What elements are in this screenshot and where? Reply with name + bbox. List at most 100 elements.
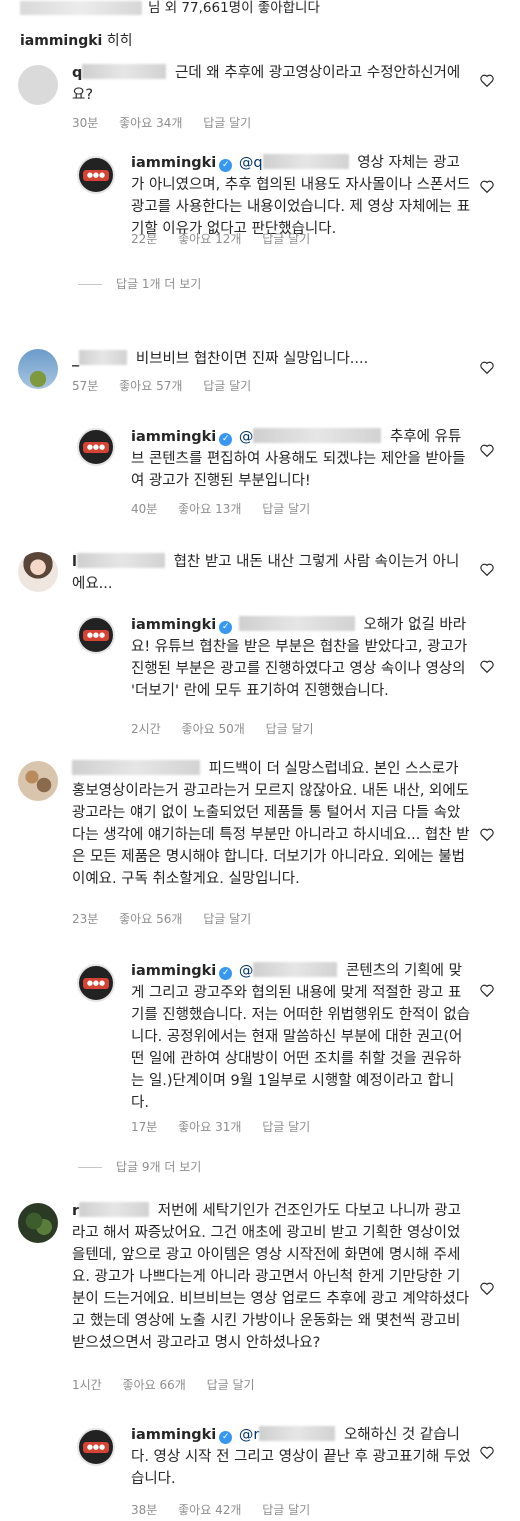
comment-text: 저번에 세탁기인가 건조인가도 다보고 나니까 광고라고 해서 짜증났어요. 그… [72, 1203, 470, 1351]
comment-time: 1시간 [72, 1378, 102, 1392]
heart-icon[interactable] [480, 660, 494, 673]
blurred-username [253, 962, 338, 977]
reply-item: ●●● iammingki ✓ @q 영상 자체는 광고가 아니였으며, 추후 협… [0, 152, 520, 252]
heart-icon[interactable] [480, 563, 494, 576]
heart-icon[interactable] [480, 1282, 494, 1295]
avatar[interactable]: ●●● [77, 1428, 115, 1466]
comment-item: r 저번에 세탁기인가 건조인가도 다보고 나니까 광고라고 해서 짜증났어요.… [0, 1200, 520, 1392]
blurred-username [262, 154, 349, 169]
comment-time: 22분 [131, 232, 158, 246]
reply-item: ●●● iammingki ✓ 오해가 없길 바라요! 유튜브 협찬을 받은 부분… [0, 612, 520, 736]
reply-button[interactable]: 답글 달기 [262, 502, 310, 516]
blurred-username [79, 350, 128, 365]
blurred-username [253, 428, 382, 443]
reply-button[interactable]: 답글 달기 [203, 379, 251, 393]
mention-link[interactable]: @r [239, 1427, 259, 1443]
comment-username[interactable]: q [72, 65, 82, 81]
comment-username[interactable]: iammingki [131, 155, 216, 171]
comment-body: iammingki ✓ @ 콘텐츠의 기획에 맞게 그리고 광고주와 협의된 내용… [131, 960, 471, 1114]
comment-body: iammingki ✓ @ 추후에 유튜브 콘텐츠를 편집하여 사용해도 되겠냐는… [131, 426, 471, 492]
comment-meta: 40분 좋아요 13개 답글 달기 [131, 500, 327, 517]
comment-body: r 저번에 세탁기인가 건조인가도 다보고 나니까 광고라고 해서 짜증났어요.… [72, 1200, 472, 1354]
blurred-username [82, 64, 167, 79]
heart-icon[interactable] [480, 984, 494, 997]
comment-username[interactable]: iammingki [131, 1427, 216, 1443]
blurred-username [76, 553, 165, 568]
comment-time: 2시간 [131, 722, 161, 736]
brand-logo-icon: ●●● [83, 630, 109, 641]
avatar[interactable] [18, 1203, 58, 1243]
heart-icon[interactable] [480, 1446, 494, 1459]
reply-button[interactable]: 답글 달기 [266, 722, 314, 736]
comment-username[interactable]: r [72, 1203, 79, 1219]
comment-body: iammingki ✓ 오해가 없길 바라요! 유튜브 협찬을 받은 부분은 협찬… [131, 614, 471, 702]
reply-button[interactable]: 답글 달기 [203, 912, 251, 926]
avatar[interactable] [18, 552, 58, 592]
comment-meta: 22분 좋아요 12개 답글 달기 [131, 230, 327, 247]
reply-item: ●●● iammingki ✓ @ 추후에 유튜브 콘텐츠를 편집하여 사용해도 … [0, 424, 520, 520]
comment-meta: 57분 좋아요 57개 답글 달기 [72, 377, 268, 394]
reply-button[interactable]: 답글 달기 [203, 116, 251, 130]
view-more-label: 답글 9개 더 보기 [116, 1160, 202, 1174]
avatar[interactable]: ●●● [77, 964, 115, 1002]
comment-meta: 23분 좋아요 56개 답글 달기 [72, 910, 268, 927]
comment-meta: 30분 좋아요 34개 답글 달기 [72, 114, 268, 131]
comment-meta: 2시간 좋아요 50개 답글 달기 [131, 720, 331, 737]
verified-badge-icon: ✓ [219, 433, 233, 446]
comment-likes[interactable]: 좋아요 31개 [178, 1120, 241, 1134]
comment-likes[interactable]: 좋아요 66개 [123, 1378, 186, 1392]
comment-text: 비브비브 협찬이면 진짜 실망입니다.... [135, 351, 369, 367]
reply-button[interactable]: 답글 달기 [207, 1378, 255, 1392]
avatar[interactable]: ●●● [77, 156, 115, 194]
post-caption: iammingki 히히 [20, 32, 133, 50]
caption-username[interactable]: iammingki [20, 33, 102, 49]
comment-time: 17분 [131, 1120, 158, 1134]
mention-link[interactable]: @ [239, 963, 254, 979]
avatar[interactable]: ●●● [77, 616, 115, 654]
comment-time: 30분 [72, 116, 99, 130]
heart-icon[interactable] [480, 828, 494, 841]
avatar[interactable] [18, 349, 58, 389]
comment-body: l 협찬 받고 내돈 내산 그렇게 사람 속이는거 아니에요... [72, 551, 472, 595]
heart-icon[interactable] [480, 74, 494, 87]
comment-likes[interactable]: 좋아요 13개 [178, 502, 241, 516]
verified-badge-icon: ✓ [219, 967, 233, 980]
comment-item: _ 비브비브 협찬이면 진짜 실망입니다.... 57분 좋아요 57개 답글 … [0, 346, 520, 396]
avatar[interactable]: ●●● [77, 428, 115, 466]
heart-icon[interactable] [480, 444, 494, 457]
comment-body: q 근데 왜 추후에 광고영상이라고 수정안하신거에요? [72, 62, 472, 106]
view-more-label: 답글 1개 더 보기 [116, 277, 202, 291]
avatar[interactable] [18, 65, 58, 105]
mention-link[interactable]: @q [239, 155, 263, 171]
avatar[interactable] [18, 761, 58, 801]
comment-likes[interactable]: 좋아요 34개 [119, 116, 182, 130]
comment-username[interactable]: iammingki [131, 617, 216, 633]
view-more-replies[interactable]: 답글 9개 더 보기 [78, 1158, 201, 1175]
view-more-replies[interactable]: 답글 1개 더 보기 [78, 275, 201, 292]
comment-likes[interactable]: 좋아요 42개 [178, 1503, 241, 1517]
comment-username[interactable]: _ [72, 351, 79, 367]
reply-button[interactable]: 답글 달기 [262, 1120, 310, 1134]
comment-likes[interactable]: 좋아요 57개 [119, 379, 182, 393]
heart-icon[interactable] [480, 180, 494, 193]
comment-username[interactable]: iammingki [131, 429, 216, 445]
brand-logo-icon: ●●● [83, 170, 109, 181]
comment-time: 57분 [72, 379, 99, 393]
mention-link[interactable]: @ [239, 429, 254, 445]
reply-button[interactable]: 답글 달기 [262, 1503, 310, 1517]
comment-likes[interactable]: 좋아요 56개 [119, 912, 182, 926]
comment-likes[interactable]: 좋아요 50개 [182, 722, 245, 736]
divider [78, 284, 102, 285]
comment-likes[interactable]: 좋아요 12개 [178, 232, 241, 246]
likes-summary[interactable]: 님 외 77,661명이 좋아합니다 [20, 0, 320, 20]
verified-badge-icon: ✓ [219, 1431, 233, 1444]
comment-text: 콘텐츠의 기획에 맞게 그리고 광고주와 협의된 내용에 맞게 적절한 광고 표… [131, 963, 471, 1111]
blurred-username [259, 1426, 336, 1441]
comment-username[interactable]: iammingki [131, 963, 216, 979]
comment-body: _ 비브비브 협찬이면 진짜 실망입니다.... [72, 348, 472, 370]
reply-item: ●●● iammingki ✓ @r 오해하신 것 같습니다. 영상 시작 전 그… [0, 1424, 520, 1517]
heart-icon[interactable] [480, 361, 494, 374]
reply-button[interactable]: 답글 달기 [262, 232, 310, 246]
blurred-username [20, 1, 142, 15]
comment-text: 피드백이 더 실망스럽네요. 본인 스스로가 홍보영상이라는거 광고라는거 모르… [72, 761, 470, 887]
